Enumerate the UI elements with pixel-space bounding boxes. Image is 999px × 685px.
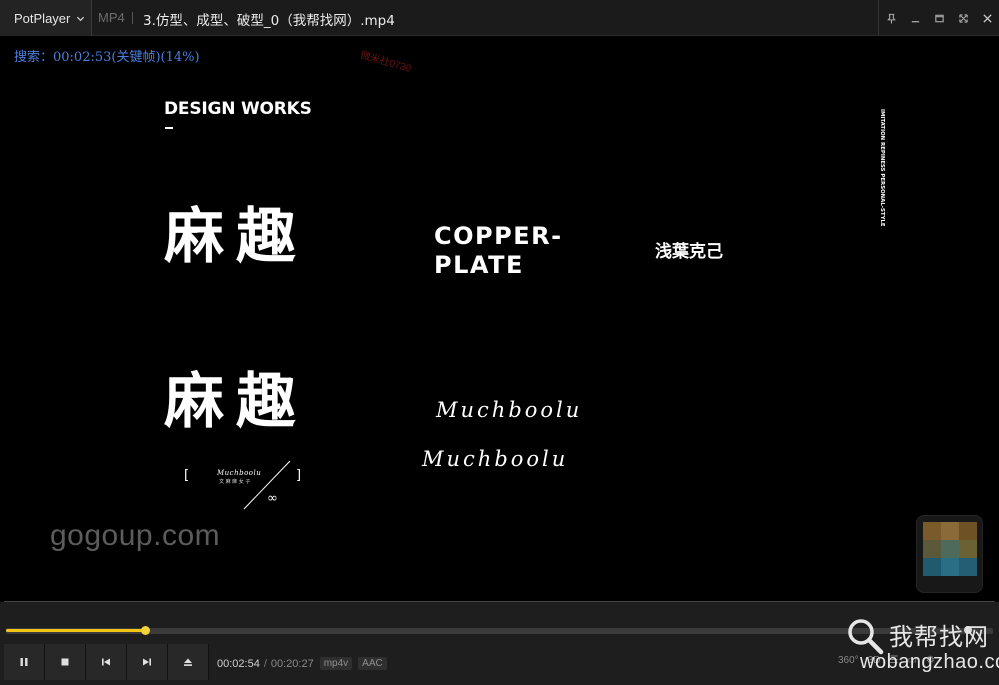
vertical-caption: IMITATION REPINESS PERSONAL-STYLE [879, 109, 885, 227]
next-button[interactable] [127, 644, 168, 680]
skip-back-icon [102, 658, 110, 666]
total-time: 00:20:27 [270, 657, 314, 670]
maximize-button[interactable] [927, 0, 951, 36]
time-separator: / [263, 657, 267, 670]
seek-bar-fill [6, 629, 146, 632]
qianye-sample: 浅葉克己 [655, 242, 723, 262]
current-time: 00:02:54 [217, 657, 260, 670]
pin-icon [886, 13, 896, 24]
muchboolu-sample-2: Muchboolu [422, 447, 569, 471]
minimize-icon [911, 20, 919, 22]
seek-osd-text: 搜索：00:02:53(关键帧)(14%) [14, 50, 200, 65]
pause-icon [20, 658, 28, 666]
heading-dash [165, 127, 173, 129]
copperplate-line-1: COPPER- [434, 222, 563, 250]
fullscreen-icon [958, 13, 968, 23]
minimize-button[interactable] [903, 0, 927, 36]
copperplate-sample: COPPER- PLATE [434, 222, 563, 280]
vertical-caption-text: IMITATION REPINESS PERSONAL-STYLE [879, 109, 885, 227]
pin-button[interactable] [879, 0, 903, 36]
chevron-down-icon [77, 16, 85, 21]
seek-handle[interactable] [141, 626, 151, 635]
eject-button[interactable] [168, 644, 209, 680]
app-menu-button[interactable]: PotPlayer [0, 0, 92, 36]
gogoup-watermark: gogoup.com [50, 519, 221, 552]
video-codec-badge: mp4v [319, 657, 353, 670]
stop-button[interactable] [45, 644, 86, 680]
format-badge: MP4 [98, 10, 125, 25]
playback-buttons [4, 644, 209, 680]
design-works-heading: DESIGN WORKS [164, 99, 312, 119]
app-name: PotPlayer [14, 10, 71, 26]
previous-button[interactable] [86, 644, 127, 680]
muchboolu-sample-1: Muchboolu [436, 398, 583, 422]
infinity-icon: ∞ [267, 491, 278, 506]
logo-bracket-right: ] [296, 468, 302, 483]
close-button[interactable] [975, 0, 999, 36]
window-controls [878, 0, 999, 36]
magnifier-icon [848, 619, 884, 655]
eject-icon [184, 658, 192, 666]
stop-icon [61, 658, 69, 666]
watermark-url-text: wobangzhao.com [860, 651, 999, 673]
fullscreen-button[interactable] [951, 0, 975, 36]
copperplate-line-2: PLATE [434, 251, 524, 279]
audio-codec-badge: AAC [358, 657, 387, 670]
logo-bracket-left: [ [184, 468, 190, 483]
mq-typeface-sample-2: 麻趣 [164, 367, 308, 437]
title-separator [132, 12, 133, 24]
wobangzhao-watermark: 我帮找网 wobangzhao.com [845, 612, 999, 682]
file-title: 3.仿型、成型、破型_0（我帮找网）.mp4 [143, 13, 395, 29]
webcam-thumbnail [916, 515, 983, 593]
watermark-cn-text: 我帮找网 [889, 623, 989, 651]
muchboolu-logo: [ ] Muchboolu 文 麻 麻 女 子 ∞ [184, 460, 304, 515]
weibo-watermark: 微米社0730 [358, 49, 413, 75]
time-display: 00:02:54 / 00:20:27 mp4v AAC [217, 657, 387, 670]
maximize-icon [934, 14, 944, 22]
title-bar: PotPlayer MP4 3.仿型、成型、破型_0（我帮找网）.mp4 [0, 0, 999, 36]
skip-forward-icon [143, 658, 151, 666]
mq-typeface-sample-1: 麻趣 [164, 202, 308, 272]
video-canvas[interactable]: 搜索：00:02:53(关键帧)(14%) 微米社0730 DESIGN WOR… [4, 37, 995, 599]
close-icon [982, 13, 992, 23]
pause-button[interactable] [4, 644, 45, 680]
